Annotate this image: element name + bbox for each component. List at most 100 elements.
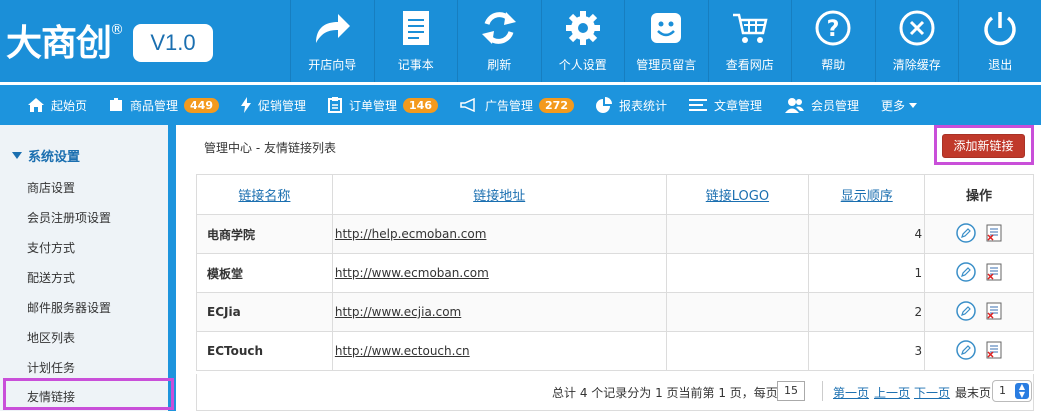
subnav-home[interactable]: 起始页 <box>28 85 87 125</box>
page-select-value: 1 <box>999 384 1006 397</box>
link-url[interactable]: http://www.ecmoban.com <box>331 253 667 293</box>
link-name: ECTouch <box>196 331 333 371</box>
topnav-label: 开店向导 <box>308 58 357 72</box>
count-badge: 146 <box>403 97 438 113</box>
svg-text:?: ? <box>827 17 840 42</box>
topnav-label: 退出 <box>988 58 1013 72</box>
first-page-link[interactable]: 第一页 <box>833 384 869 401</box>
subnav-ads[interactable]: 广告管理 272 <box>460 85 574 125</box>
sidebar-item-mail-server[interactable]: 邮件服务器设置 <box>27 299 111 316</box>
subnav-promotion[interactable]: 促销管理 <box>241 85 306 125</box>
edit-icon[interactable] <box>956 339 976 363</box>
delete-icon[interactable] <box>986 224 1002 245</box>
delete-icon[interactable] <box>986 341 1002 362</box>
link-url[interactable]: http://www.ectouch.cn <box>331 331 667 371</box>
per-page-input[interactable]: 15 <box>777 381 805 401</box>
count-badge: 272 <box>539 97 574 113</box>
pie-chart-icon <box>595 97 612 113</box>
smile-icon <box>625 8 708 48</box>
subnav-label: 起始页 <box>51 98 88 113</box>
link-url[interactable]: http://help.ecmoban.com <box>331 214 667 254</box>
topnav-clear-cache[interactable]: 清除缓存 <box>874 0 959 82</box>
caret-down-icon <box>12 152 22 159</box>
home-icon <box>28 98 44 112</box>
notepad-icon <box>375 8 458 48</box>
edit-icon[interactable] <box>956 261 976 285</box>
topnav-refresh[interactable]: 刷新 <box>457 0 541 82</box>
topnav-label: 帮助 <box>821 58 846 72</box>
sidebar-item-shipping[interactable]: 配送方式 <box>27 269 75 286</box>
topnav-shop-wizard[interactable]: 开店向导 <box>290 0 374 82</box>
column-header-logo[interactable]: 链接LOGO <box>665 174 810 215</box>
sidebar-section-system[interactable]: 系统设置 <box>12 146 80 165</box>
column-header-name[interactable]: 链接名称 <box>196 174 333 215</box>
subnav-label: 会员管理 <box>811 98 860 113</box>
breadcrumb: 管理中心 - 友情链接列表 <box>204 141 336 155</box>
subnav-label: 订单管理 <box>349 98 398 113</box>
sidebar-item-shop-settings[interactable]: 商店设置 <box>27 179 75 196</box>
subnav-label: 文章管理 <box>714 98 763 113</box>
lightning-icon <box>241 97 251 113</box>
column-header-url[interactable]: 链接地址 <box>331 174 667 215</box>
page-select[interactable]: 1 ▲ ▼ <box>992 380 1032 402</box>
table-row: 电商学院 http://help.ecmoban.com 4 <box>196 214 1034 254</box>
main-content: 管理中心 - 友情链接列表 添加新链接 链接名称 链接地址 链接LOGO 显示顺… <box>184 125 1041 411</box>
top-nav: 开店向导 记事本 刷新 个人设置 管理员留言 查看网店 ? 帮助 清除缓存 退出 <box>290 0 1041 82</box>
subnav-reports[interactable]: 报表统计 <box>595 85 667 125</box>
subnav-orders[interactable]: 订单管理 146 <box>328 85 438 125</box>
column-header-order[interactable]: 显示顺序 <box>808 174 926 215</box>
edit-icon[interactable] <box>956 300 976 324</box>
table-row: ECJia http://www.ecjia.com 2 <box>196 292 1034 332</box>
gear-icon <box>542 8 625 48</box>
sidebar-item-friend-links[interactable]: 友情链接 <box>3 378 174 410</box>
topnav-personal-settings[interactable]: 个人设置 <box>540 0 625 82</box>
refresh-icon <box>458 8 541 48</box>
link-logo <box>665 331 810 371</box>
topnav-view-shop[interactable]: 查看网店 <box>707 0 792 82</box>
box-icon <box>109 98 123 112</box>
sidebar-heading: 系统设置 <box>28 150 81 165</box>
sidebar-item-cron[interactable]: 计划任务 <box>27 359 75 376</box>
link-logo <box>665 214 810 254</box>
subnav-members[interactable]: 会员管理 <box>784 85 859 125</box>
last-page-link[interactable]: 最末页 <box>955 384 991 401</box>
link-order[interactable]: 3 <box>808 331 926 371</box>
topnav-help[interactable]: ? 帮助 <box>791 0 875 82</box>
list-icon <box>689 99 707 111</box>
edit-icon[interactable] <box>956 222 976 246</box>
topnav-label: 查看网店 <box>725 58 774 72</box>
registered-mark: ® <box>110 22 124 38</box>
sidebar-item-payment[interactable]: 支付方式 <box>27 239 75 256</box>
megaphone-icon <box>460 98 478 112</box>
clipboard-icon <box>328 97 343 113</box>
prev-page-link[interactable]: 上一页 <box>874 384 910 401</box>
subnav-more[interactable]: 更多 <box>881 85 918 125</box>
count-badge: 449 <box>184 97 219 113</box>
sidebar-item-member-register[interactable]: 会员注册项设置 <box>27 209 111 226</box>
topnav-logout[interactable]: 退出 <box>958 0 1041 82</box>
topnav-notepad[interactable]: 记事本 <box>373 0 458 82</box>
subnav-goods[interactable]: 商品管理 449 <box>109 85 219 125</box>
delete-icon[interactable] <box>986 263 1002 284</box>
link-name: ECJia <box>196 292 333 332</box>
divider <box>822 381 823 401</box>
topnav-label: 个人设置 <box>558 58 607 72</box>
logo: 大商创 ® V1.0 <box>0 0 290 82</box>
cart-icon <box>709 8 792 48</box>
subnav-articles[interactable]: 文章管理 <box>689 85 762 125</box>
link-order[interactable]: 1 <box>808 253 926 293</box>
row-actions <box>924 253 1034 293</box>
link-order[interactable]: 4 <box>808 214 926 254</box>
subnav-label: 商品管理 <box>130 98 179 113</box>
topnav-admin-message[interactable]: 管理员留言 <box>624 0 708 82</box>
link-order[interactable]: 2 <box>808 292 926 332</box>
topnav-label: 管理员留言 <box>636 58 697 72</box>
add-link-button[interactable]: 添加新链接 <box>942 134 1025 158</box>
delete-icon[interactable] <box>986 302 1002 323</box>
table-row: 模板堂 http://www.ecmoban.com 1 <box>196 253 1034 293</box>
select-arrows-icon: ▲ ▼ <box>1015 383 1029 399</box>
sidebar-item-regions[interactable]: 地区列表 <box>27 329 75 346</box>
topnav-label: 记事本 <box>397 58 434 72</box>
next-page-link[interactable]: 下一页 <box>914 384 950 401</box>
link-url[interactable]: http://www.ecjia.com <box>331 292 667 332</box>
